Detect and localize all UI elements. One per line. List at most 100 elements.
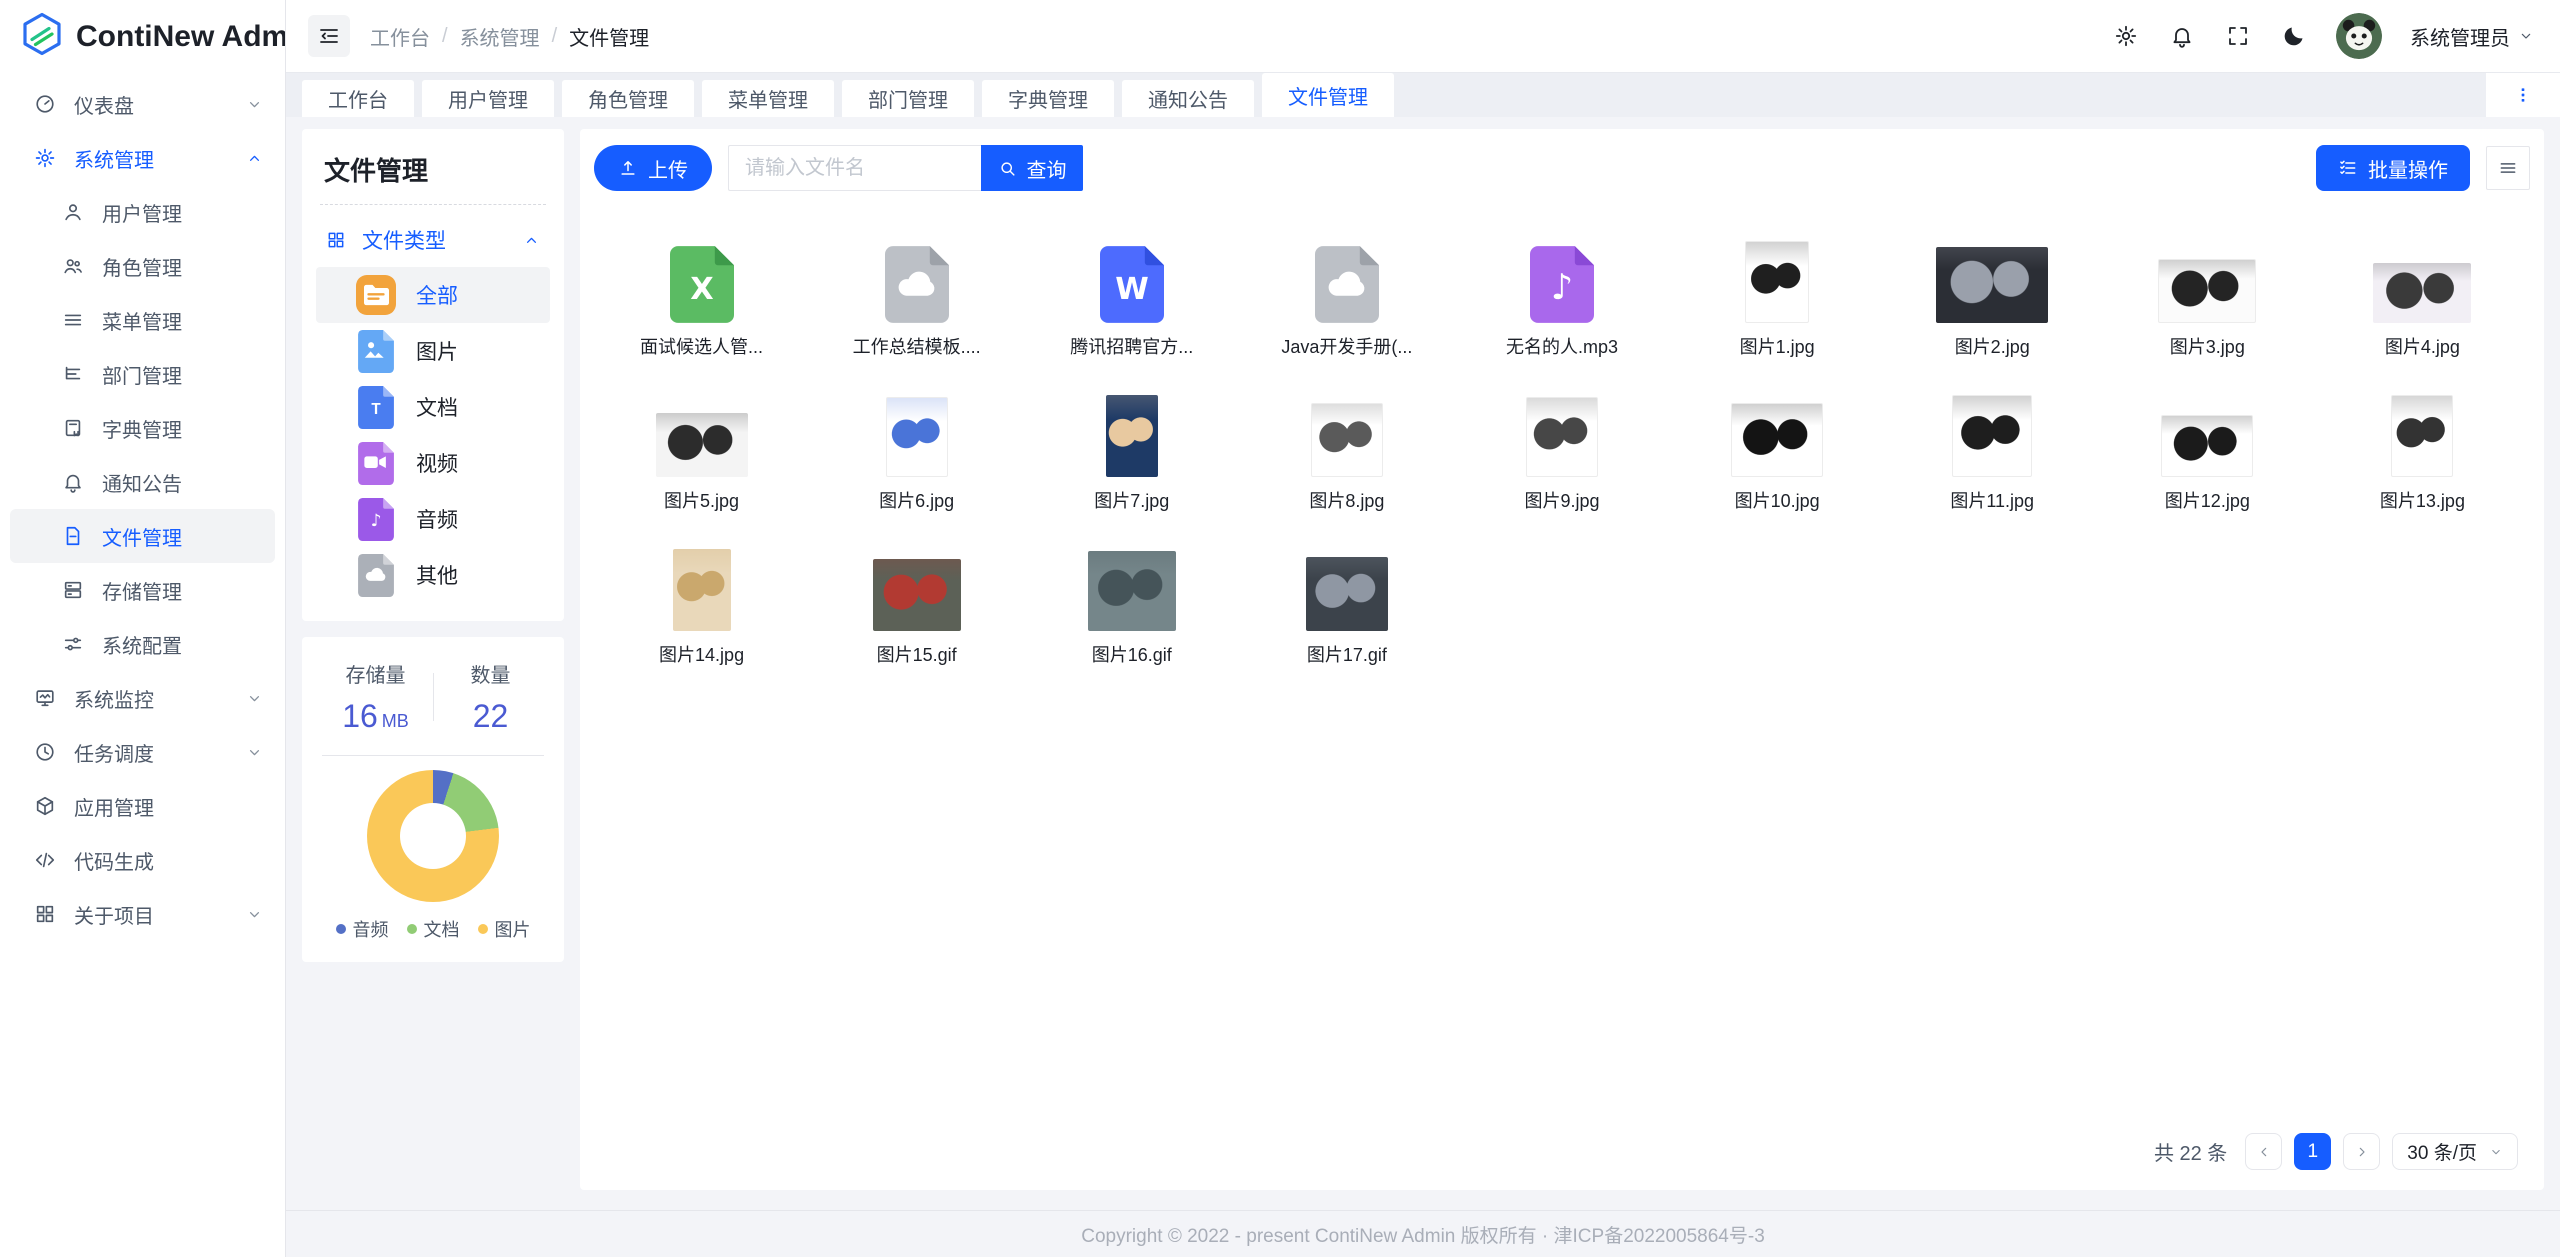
image-file-icon bbox=[356, 330, 396, 373]
page-title: 文件管理 bbox=[324, 151, 550, 188]
sidebar-item-用户管理[interactable]: 用户管理 bbox=[0, 185, 285, 239]
fullscreen-icon[interactable] bbox=[2224, 22, 2252, 50]
sidebar-item-系统管理[interactable]: 系统管理 bbox=[0, 131, 285, 185]
file-name: 图片3.jpg bbox=[2170, 333, 2245, 359]
file-item[interactable]: W腾讯招聘官方... bbox=[1024, 217, 1239, 359]
file-icon-box bbox=[1088, 551, 1176, 631]
excel-file-icon: X bbox=[670, 246, 734, 323]
upload-button[interactable]: 上传 bbox=[594, 145, 712, 191]
sidebar-item-通知公告[interactable]: 通知公告 bbox=[0, 455, 285, 509]
batch-operation-button[interactable]: 批量操作 bbox=[2316, 145, 2470, 191]
file-item[interactable]: 图片11.jpg bbox=[1885, 371, 2100, 513]
file-name: 面试候选人管... bbox=[640, 333, 763, 359]
file-item[interactable]: X 面试候选人管... bbox=[594, 217, 809, 359]
sidebar-item-系统配置[interactable]: 系统配置 bbox=[0, 617, 285, 671]
file-item[interactable]: 图片9.jpg bbox=[1454, 371, 1669, 513]
file-item[interactable]: 图片6.jpg bbox=[809, 371, 1024, 513]
file-item[interactable]: 图片12.jpg bbox=[2100, 371, 2315, 513]
pagination-prev-button[interactable] bbox=[2245, 1133, 2282, 1170]
pagination-page-1[interactable]: 1 bbox=[2294, 1133, 2331, 1170]
file-item[interactable]: 工作总结模板.... bbox=[809, 217, 1024, 359]
file-icon-box bbox=[1952, 395, 2032, 477]
breadcrumb-item[interactable]: 工作台 bbox=[370, 22, 430, 51]
notification-icon[interactable] bbox=[2168, 22, 2196, 50]
file-item[interactable]: 图片8.jpg bbox=[1239, 371, 1454, 513]
file-item[interactable]: 图片13.jpg bbox=[2315, 371, 2530, 513]
tab-more-button[interactable] bbox=[2486, 73, 2560, 117]
tab-工作台[interactable]: 工作台 bbox=[302, 80, 414, 117]
file-item[interactable]: 图片5.jpg bbox=[594, 371, 809, 513]
breadcrumb-item[interactable]: 文件管理 bbox=[569, 22, 649, 51]
file-name: 图片7.jpg bbox=[1094, 487, 1169, 513]
file-item[interactable]: 图片15.gif bbox=[809, 525, 1024, 667]
file-name: 图片1.jpg bbox=[1740, 333, 1815, 359]
tab-字典管理[interactable]: 字典管理 bbox=[982, 80, 1114, 117]
file-item[interactable]: ♪无名的人.mp3 bbox=[1454, 217, 1669, 359]
tab-角色管理[interactable]: 角色管理 bbox=[562, 80, 694, 117]
file-item[interactable]: 图片14.jpg bbox=[594, 525, 809, 667]
tab-通知公告[interactable]: 通知公告 bbox=[1122, 80, 1254, 117]
dark-mode-icon[interactable] bbox=[2280, 22, 2308, 50]
breadcrumb: 工作台/系统管理/文件管理 bbox=[370, 22, 649, 51]
file-name: 图片2.jpg bbox=[1955, 333, 2030, 359]
settings-icon[interactable] bbox=[2112, 22, 2140, 50]
file-thumbnail bbox=[1106, 395, 1158, 477]
file-icon bbox=[62, 525, 84, 547]
page-size-select[interactable]: 30 条/页 bbox=[2392, 1133, 2518, 1170]
file-item[interactable]: 图片10.jpg bbox=[1670, 371, 1885, 513]
search-input[interactable] bbox=[728, 145, 981, 191]
file-name: 图片12.jpg bbox=[2165, 487, 2250, 513]
file-item[interactable]: 图片16.gif bbox=[1024, 525, 1239, 667]
file-item[interactable]: 图片3.jpg bbox=[2100, 217, 2315, 359]
toolbar: 上传 查询 批量操作 bbox=[594, 145, 2530, 191]
sidebar-item-任务调度[interactable]: 任务调度 bbox=[0, 725, 285, 779]
avatar[interactable] bbox=[2336, 13, 2382, 59]
chevron-up-icon bbox=[523, 232, 540, 249]
divider bbox=[322, 755, 544, 756]
file-type-card: 文件管理 文件类型 全部图片T文档视频♪音频其他 bbox=[302, 129, 564, 621]
sidebar-item-字典管理[interactable]: 字典管理 bbox=[0, 401, 285, 455]
sidebar-item-关于项目[interactable]: 关于项目 bbox=[0, 887, 285, 941]
audio-file-icon: ♪ bbox=[1530, 246, 1594, 323]
sidebar-item-仪表盘[interactable]: 仪表盘 bbox=[0, 77, 285, 131]
storage-stat: 存储量 16MB bbox=[318, 659, 433, 735]
sidebar-item-系统监控[interactable]: 系统监控 bbox=[0, 671, 285, 725]
chevron-down-icon bbox=[246, 906, 263, 923]
sidebar-collapse-button[interactable] bbox=[308, 15, 350, 57]
sidebar-item-菜单管理[interactable]: 菜单管理 bbox=[0, 293, 285, 347]
sidebar-item-文件管理[interactable]: 文件管理 bbox=[10, 509, 275, 563]
file-thumbnail bbox=[1526, 397, 1598, 477]
file-type-全部[interactable]: 全部 bbox=[316, 267, 550, 323]
sidebar-item-存储管理[interactable]: 存储管理 bbox=[0, 563, 285, 617]
count-stat: 数量 22 bbox=[433, 659, 548, 735]
tab-用户管理[interactable]: 用户管理 bbox=[422, 80, 554, 117]
file-item[interactable]: 图片1.jpg bbox=[1670, 217, 1885, 359]
file-item[interactable]: 图片17.gif bbox=[1239, 525, 1454, 667]
file-type-文档[interactable]: T文档 bbox=[316, 379, 550, 435]
tab-菜单管理[interactable]: 菜单管理 bbox=[702, 80, 834, 117]
file-item[interactable]: 图片4.jpg bbox=[2315, 217, 2530, 359]
tab-文件管理[interactable]: 文件管理 bbox=[1262, 73, 1394, 117]
query-button[interactable]: 查询 bbox=[981, 145, 1083, 191]
file-type-其他[interactable]: 其他 bbox=[316, 547, 550, 603]
file-icon-box bbox=[1306, 557, 1388, 631]
file-item[interactable]: Java开发手册(... bbox=[1239, 217, 1454, 359]
file-item[interactable]: 图片7.jpg bbox=[1024, 371, 1239, 513]
file-type-图片[interactable]: 图片 bbox=[316, 323, 550, 379]
file-type-音频[interactable]: ♪音频 bbox=[316, 491, 550, 547]
pagination-next-button[interactable] bbox=[2343, 1133, 2380, 1170]
sidebar-item-代码生成[interactable]: 代码生成 bbox=[0, 833, 285, 887]
tab-部门管理[interactable]: 部门管理 bbox=[842, 80, 974, 117]
file-name: 图片16.gif bbox=[1092, 641, 1172, 667]
file-icon-box: ♪ bbox=[1530, 246, 1594, 323]
view-toggle-button[interactable] bbox=[2486, 146, 2530, 190]
user-menu[interactable]: 系统管理员 bbox=[2410, 22, 2534, 51]
breadcrumb-item[interactable]: 系统管理 bbox=[460, 22, 540, 51]
file-type-视频[interactable]: 视频 bbox=[316, 435, 550, 491]
file-type-section-header[interactable]: 文件类型 bbox=[316, 217, 550, 263]
sidebar-item-应用管理[interactable]: 应用管理 bbox=[0, 779, 285, 833]
file-item[interactable]: 图片2.jpg bbox=[1885, 217, 2100, 359]
sidebar-item-部门管理[interactable]: 部门管理 bbox=[0, 347, 285, 401]
file-thumbnail bbox=[1745, 241, 1809, 323]
sidebar-item-角色管理[interactable]: 角色管理 bbox=[0, 239, 285, 293]
